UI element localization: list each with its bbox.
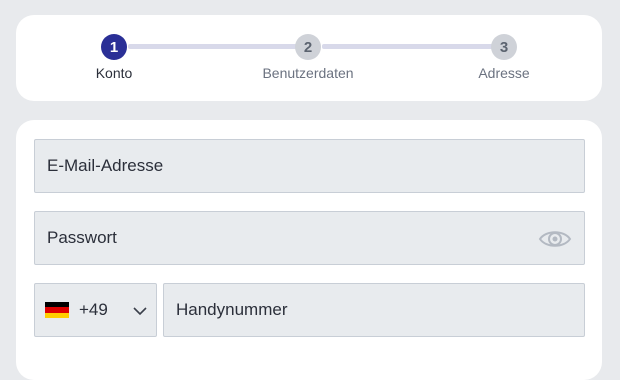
password-field[interactable] <box>34 211 585 265</box>
step-3-circle[interactable]: 3 <box>491 34 517 60</box>
eye-icon[interactable] <box>538 227 572 251</box>
country-code-value: +49 <box>79 300 108 319</box>
registration-form: +49 <box>16 120 602 380</box>
email-input[interactable] <box>35 140 584 192</box>
step-2-circle[interactable]: 2 <box>295 34 321 60</box>
password-input[interactable] <box>35 212 584 264</box>
step-2-label: Benutzerdaten <box>262 65 354 81</box>
phone-input[interactable] <box>164 284 584 336</box>
germany-flag-icon <box>45 302 69 318</box>
country-code-select[interactable]: +49 <box>34 283 157 337</box>
stepper-track-1-2 <box>128 44 308 49</box>
email-field[interactable] <box>34 139 585 193</box>
step-3-label: Adresse <box>478 65 530 81</box>
phone-field[interactable] <box>163 283 585 337</box>
stepper-track-2-3 <box>322 44 504 49</box>
step-1-circle[interactable]: 1 <box>101 34 127 60</box>
step-1-label: Konto <box>95 65 133 81</box>
chevron-down-icon <box>133 307 147 316</box>
registration-stepper: 1 Konto 2 Benutzerdaten 3 Adresse <box>16 15 602 101</box>
